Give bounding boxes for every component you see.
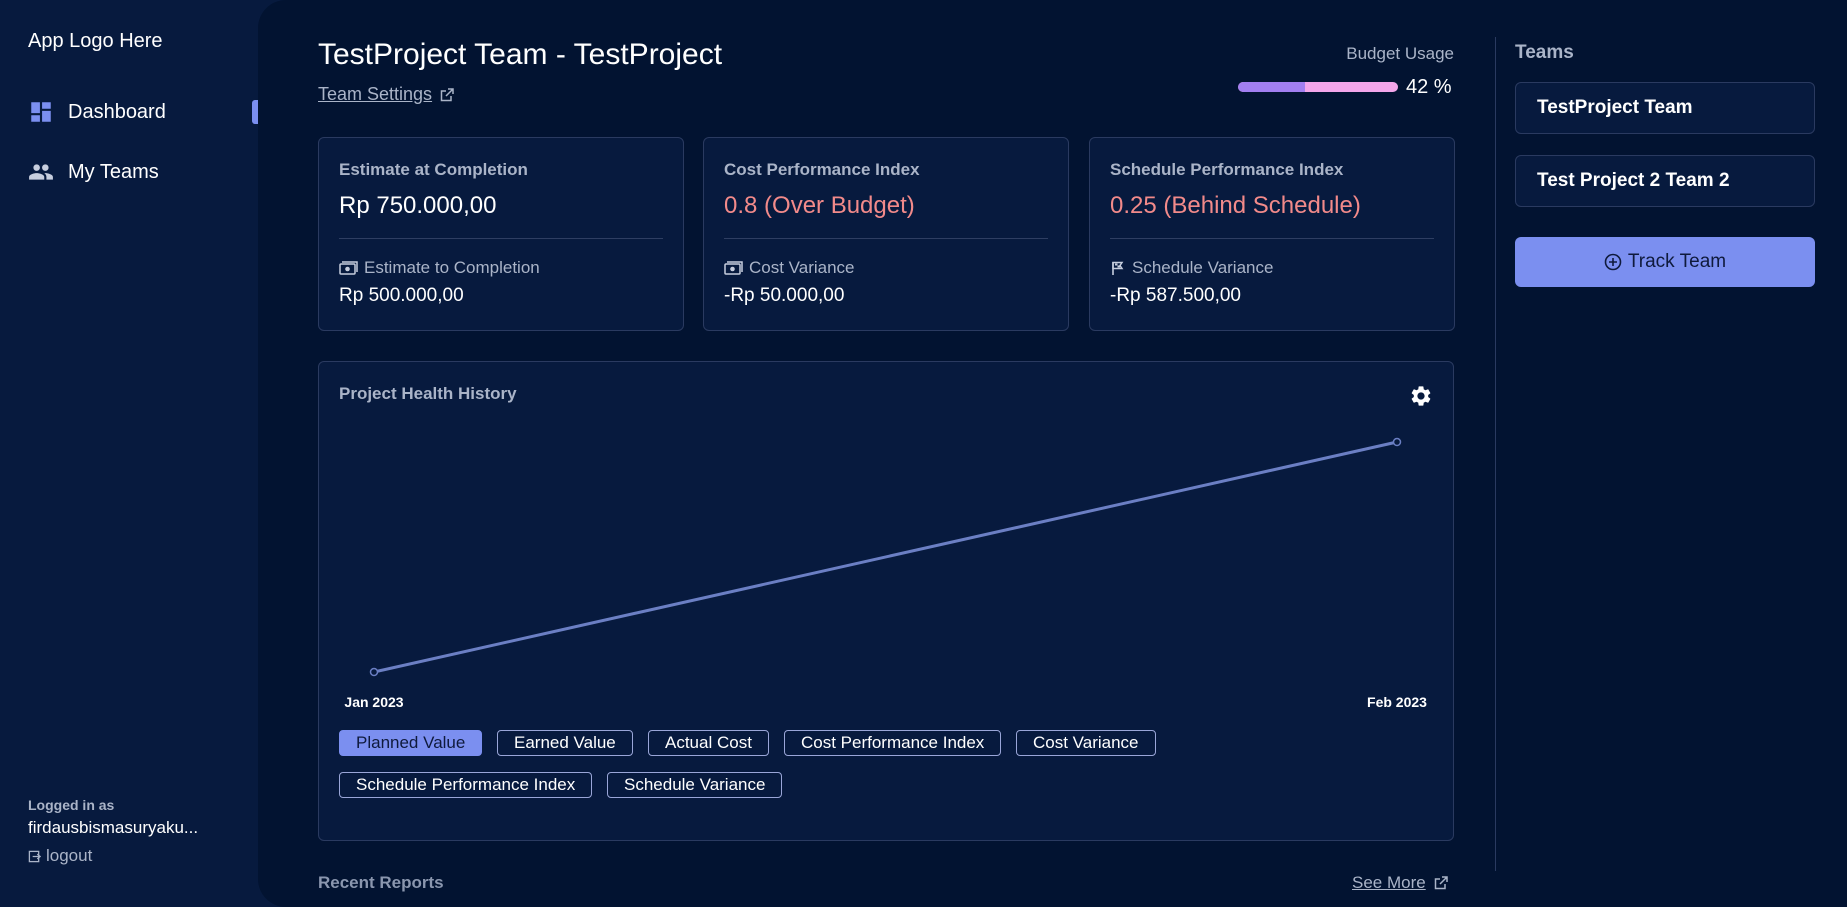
card-value: Rp 750.000,00 xyxy=(339,192,497,219)
budget-usage-label: Budget Usage xyxy=(1346,44,1454,63)
data-point[interactable] xyxy=(1392,437,1402,447)
series-chip[interactable]: Cost Variance xyxy=(1016,730,1156,756)
sidebar-item-label: My Teams xyxy=(68,160,159,183)
sub-label-text: Estimate to Completion xyxy=(364,258,540,277)
app-logo: App Logo Here xyxy=(28,30,163,52)
schedule-performance-index-card: Schedule Performance Index 0.25 (Behind … xyxy=(1089,137,1455,331)
budget-progress-bar xyxy=(1238,82,1398,92)
team-card[interactable]: Test Project 2 Team 2 xyxy=(1515,155,1815,207)
see-more-link[interactable]: See More xyxy=(1352,873,1449,893)
x-tick-label: Jan 2023 xyxy=(344,694,403,710)
card-sub-value: -Rp 587.500,00 xyxy=(1110,285,1241,306)
sidebar-item-my-teams[interactable]: My Teams xyxy=(28,152,258,192)
track-team-label: Track Team xyxy=(1627,251,1727,272)
x-tick-label: Feb 2023 xyxy=(1367,694,1427,710)
project-health-history-panel: Project Health History Jan 2023 Feb 2023 … xyxy=(318,361,1454,841)
estimate-at-completion-card: Estimate at Completion Rp 750.000,00 Est… xyxy=(318,137,684,331)
budget-progress-fill xyxy=(1238,82,1306,92)
card-value: 0.25 (Behind Schedule) xyxy=(1110,192,1361,219)
add-circle-icon xyxy=(1604,253,1622,271)
people-icon xyxy=(28,159,54,185)
team-settings-label: Team Settings xyxy=(318,84,433,104)
cost-performance-index-card: Cost Performance Index 0.8 (Over Budget)… xyxy=(703,137,1069,331)
track-team-button[interactable]: Track Team xyxy=(1515,237,1815,287)
sidebar-item-dashboard[interactable]: Dashboard xyxy=(28,92,258,132)
recent-reports-heading: Recent Reports xyxy=(318,873,444,892)
card-sub-label: Schedule Variance xyxy=(1110,258,1273,278)
sidebar: App Logo Here Dashboard My Teams Logged … xyxy=(0,0,258,907)
series-chip[interactable]: Schedule Performance Index xyxy=(339,772,593,798)
logout-icon xyxy=(28,850,41,862)
series-chip[interactable]: Earned Value xyxy=(497,730,633,756)
money-icon xyxy=(724,261,743,275)
external-link-icon xyxy=(1434,876,1448,890)
divider xyxy=(339,238,663,239)
card-sub-label: Cost Variance xyxy=(724,258,855,278)
card-sub-value: Rp 500.000,00 xyxy=(339,285,464,306)
card-title: Cost Performance Index xyxy=(724,160,920,179)
card-sub-value: -Rp 50.000,00 xyxy=(724,285,845,306)
team-settings-link[interactable]: Team Settings xyxy=(318,84,455,105)
card-sub-label: Estimate to Completion xyxy=(339,258,540,278)
team-card[interactable]: TestProject Team xyxy=(1515,82,1815,134)
sidebar-item-label: Dashboard xyxy=(68,100,166,123)
series-chip[interactable]: Cost Performance Index xyxy=(784,730,1002,756)
budget-usage-value: 42 % xyxy=(1406,76,1452,98)
series-line xyxy=(373,440,1398,674)
card-title: Estimate at Completion xyxy=(339,160,528,179)
sub-label-text: Cost Variance xyxy=(749,258,855,277)
money-icon xyxy=(339,261,358,275)
external-link-icon xyxy=(440,87,454,101)
page-title: TestProject Team - TestProject xyxy=(318,38,723,71)
panel-divider xyxy=(1495,37,1496,871)
see-more-label: See More xyxy=(1352,873,1426,892)
username: firdausbismasuryaku... xyxy=(28,818,199,837)
sub-label-text: Schedule Variance xyxy=(1132,258,1274,277)
teams-heading: Teams xyxy=(1515,42,1574,63)
logout-link[interactable]: logout xyxy=(28,846,92,866)
flag-icon xyxy=(1112,261,1124,275)
series-chip[interactable]: Planned Value xyxy=(339,730,483,756)
series-chip[interactable]: Actual Cost xyxy=(648,730,769,756)
card-title: Schedule Performance Index xyxy=(1110,160,1344,179)
dashboard-icon xyxy=(28,99,54,125)
series-chip[interactable]: Schedule Variance xyxy=(607,772,783,798)
line-chart: Jan 2023 Feb 2023 xyxy=(344,437,1427,710)
data-point[interactable] xyxy=(369,667,379,677)
divider xyxy=(1110,238,1434,239)
logged-in-label: Logged in as xyxy=(28,797,115,813)
divider xyxy=(724,238,1048,239)
logout-label: logout xyxy=(46,846,93,865)
card-value: 0.8 (Over Budget) xyxy=(724,192,915,219)
